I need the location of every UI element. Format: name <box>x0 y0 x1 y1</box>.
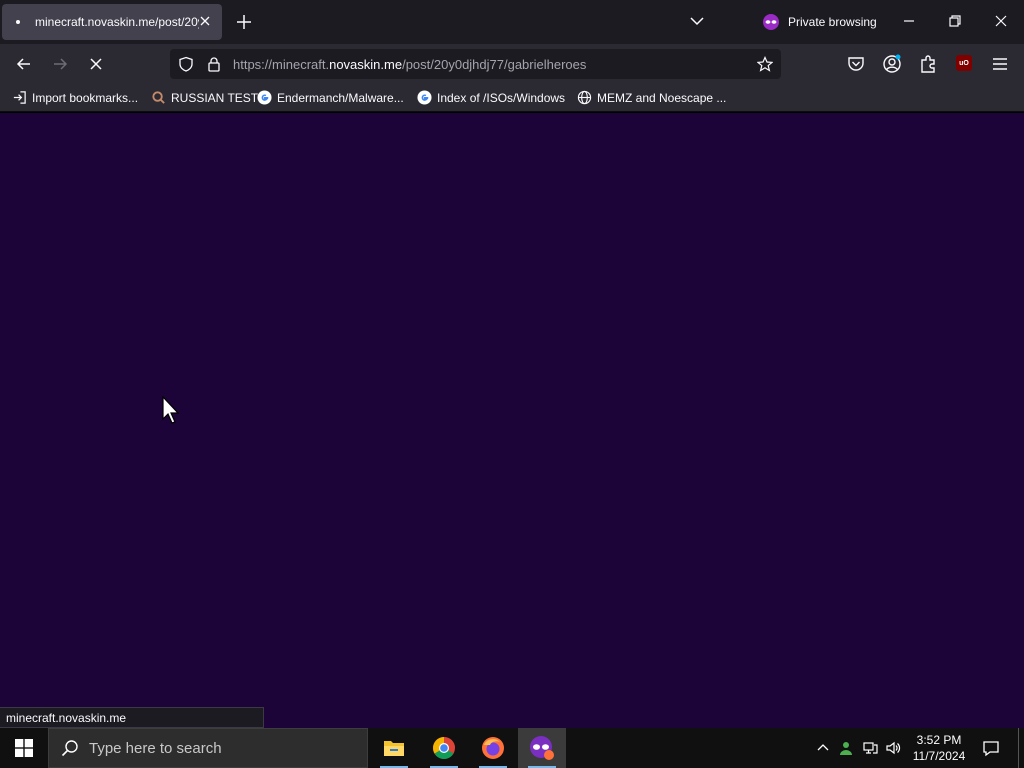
tracking-protection-shield-icon[interactable] <box>178 56 194 72</box>
google-icon <box>417 90 432 105</box>
bookmark-star-icon[interactable] <box>757 56 773 72</box>
taskbar: Type here to search 3:52 PM 11/7/2024 <box>0 728 1024 768</box>
show-hidden-icons-chevron-up-icon[interactable] <box>815 740 831 756</box>
minimize-icon[interactable] <box>900 12 918 30</box>
address-bar[interactable]: https://minecraft.novaskin.me/post/20y0d… <box>170 49 781 79</box>
pocket-icon[interactable] <box>846 54 866 74</box>
list-all-tabs-icon[interactable] <box>688 12 706 30</box>
volume-icon[interactable] <box>885 740 901 756</box>
taskbar-clock[interactable]: 3:52 PM 11/7/2024 <box>906 732 972 764</box>
bookmark-label: Import bookmarks... <box>32 90 139 105</box>
menu-hamburger-icon[interactable] <box>990 54 1010 74</box>
private-browsing-label: Private browsing <box>788 15 877 29</box>
action-center-notification-icon[interactable] <box>982 739 1000 757</box>
bookmark-import[interactable]: Import bookmarks... <box>12 90 138 105</box>
tab-title: minecraft.novaskin.me/post/20y0djhdj77/g… <box>35 15 199 29</box>
bookmark-label: MEMZ and Noescape ... <box>597 90 727 105</box>
loading-dot-icon <box>16 20 20 24</box>
url-host: novaskin.me <box>329 57 403 72</box>
start-button[interactable] <box>0 728 48 768</box>
url-prefix: https://minecraft. <box>233 57 330 72</box>
tab-close-icon[interactable] <box>198 14 212 28</box>
bookmark-label: RUSSIAN TEST <box>171 90 259 105</box>
restore-icon[interactable] <box>946 12 964 30</box>
url-text[interactable]: https://minecraft.novaskin.me/post/20y0d… <box>233 57 586 72</box>
clock-date: 11/7/2024 <box>912 749 966 763</box>
user-shield-icon[interactable] <box>838 740 854 756</box>
search-icon <box>61 740 78 757</box>
taskbar-app-firefox-private[interactable] <box>518 728 566 768</box>
bookmark-index-isos-windows[interactable]: Index of /ISOs/Windows <box>417 90 565 105</box>
taskbar-app-chrome[interactable] <box>420 728 468 768</box>
page-content[interactable] <box>0 113 1024 728</box>
close-window-icon[interactable] <box>992 12 1010 30</box>
windows-logo-icon <box>15 739 33 757</box>
forward-icon[interactable] <box>50 54 70 74</box>
network-icon[interactable] <box>862 740 878 756</box>
bookmark-label: Index of /ISOs/Windows <box>437 90 566 105</box>
back-icon[interactable] <box>14 54 34 74</box>
private-browsing-indicator: Private browsing <box>762 13 877 31</box>
lock-icon[interactable] <box>206 56 222 72</box>
search-icon <box>152 91 165 104</box>
private-mask-icon <box>763 14 779 30</box>
account-icon[interactable] <box>882 54 902 74</box>
chrome-icon <box>433 737 455 759</box>
tab-active[interactable]: minecraft.novaskin.me/post/20y0djhdj77/g… <box>2 4 222 40</box>
taskbar-search-box[interactable]: Type here to search <box>48 728 368 768</box>
google-icon <box>257 90 272 105</box>
bookmark-endermanch-malware[interactable]: Endermanch/Malware... <box>257 90 404 105</box>
bookmark-label: Endermanch/Malware... <box>277 90 404 105</box>
taskbar-app-file-explorer[interactable] <box>370 728 418 768</box>
firefox-icon <box>482 737 504 759</box>
globe-icon <box>577 90 592 105</box>
navigation-toolbar: https://minecraft.novaskin.me/post/20y0d… <box>0 44 1024 84</box>
firefox-private-icon <box>530 736 554 760</box>
file-explorer-icon <box>384 741 404 756</box>
taskbar-app-firefox[interactable] <box>469 728 517 768</box>
mouse-cursor-icon <box>162 396 180 424</box>
clock-time: 3:52 PM <box>916 733 962 747</box>
search-placeholder: Type here to search <box>89 739 222 757</box>
url-path: /post/20y0djhdj77/gabrielheroes <box>402 57 587 72</box>
tab-bar: minecraft.novaskin.me/post/20y0djhdj77/g… <box>0 0 1024 44</box>
new-tab-icon[interactable] <box>234 12 254 32</box>
bookmarks-toolbar: Import bookmarks... RUSSIAN TEST Enderma… <box>0 84 1024 112</box>
stop-loading-icon[interactable] <box>86 54 106 74</box>
import-icon <box>13 91 26 104</box>
status-link-tooltip: minecraft.novaskin.me <box>0 707 264 728</box>
show-desktop-button[interactable] <box>1018 728 1024 768</box>
extensions-puzzle-icon[interactable] <box>918 54 938 74</box>
bookmark-memz-noescape[interactable]: MEMZ and Noescape ... <box>577 90 726 105</box>
ublock-origin-icon[interactable]: uO <box>956 55 972 71</box>
bookmark-russian-test[interactable]: RUSSIAN TEST <box>151 90 258 105</box>
